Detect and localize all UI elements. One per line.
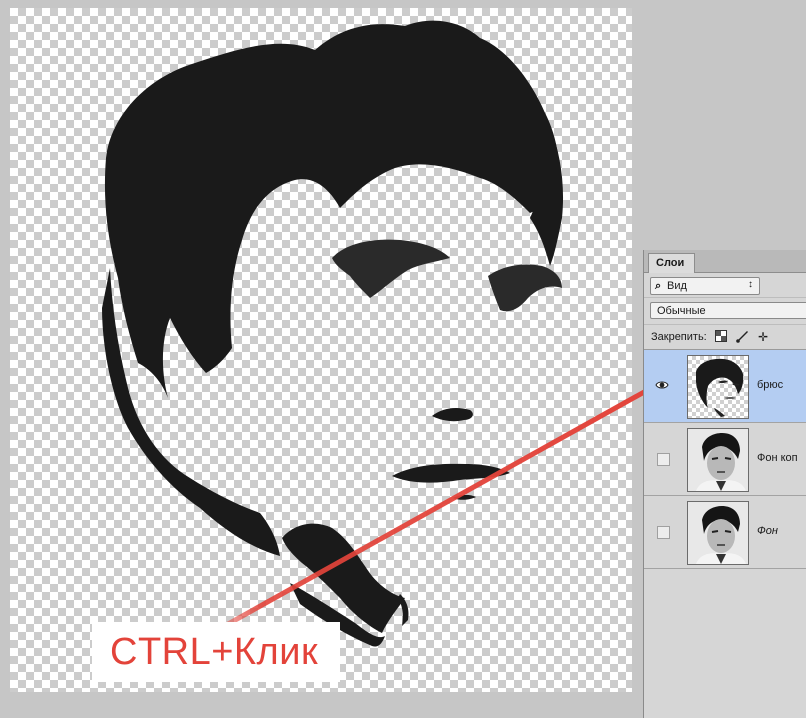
layer-thumbnail: [687, 428, 749, 492]
layer-kind-filter[interactable]: ⌕ Вид ↕: [650, 277, 760, 295]
visibility-toggle-off[interactable]: [657, 526, 670, 539]
layer-name[interactable]: Фон: [757, 525, 778, 537]
lock-row: Закрепить: ✛: [644, 324, 806, 349]
right-eye-shape: [488, 264, 562, 312]
lock-image-pixels-icon[interactable]: [735, 330, 749, 344]
search-icon: ⌕: [655, 280, 662, 292]
lock-transparent-pixels-icon[interactable]: [714, 330, 728, 344]
kind-filter-label: Вид: [667, 280, 687, 292]
layer-row-background-copy[interactable]: Фон коп: [644, 423, 806, 496]
left-eye-shape: [332, 239, 450, 298]
ctrl-click-caption: CTRL+Клик: [92, 622, 341, 682]
layers-panel: Слои ⌕ Вид ↕ Обычные Закрепить: ✛ брюс Ф…: [643, 250, 806, 718]
layer-row-bruce[interactable]: брюс: [644, 350, 806, 423]
layers-list: брюс Фон коп Фон: [644, 349, 806, 569]
tab-layers[interactable]: Слои: [648, 253, 696, 273]
blend-mode-select[interactable]: Обычные: [650, 302, 806, 319]
spinner-arrows-icon: ↕: [748, 279, 753, 290]
lower-lip-shape: [453, 494, 476, 500]
document-canvas[interactable]: [10, 8, 632, 692]
neck-line: [398, 594, 409, 626]
layer-thumbnail: [687, 501, 749, 565]
eye-icon[interactable]: [654, 379, 670, 393]
layer-thumbnail: [687, 355, 749, 419]
visibility-toggle-off[interactable]: [657, 453, 670, 466]
lock-position-icon[interactable]: ✛: [756, 330, 770, 344]
panel-tab-bar: Слои: [644, 250, 806, 273]
filter-row: ⌕ Вид ↕: [644, 273, 806, 297]
mouth-shape: [392, 463, 510, 483]
layer-name[interactable]: Фон коп: [757, 452, 798, 464]
nose-shape: [432, 408, 473, 422]
hair-shape: [104, 20, 562, 399]
lock-label: Закрепить:: [651, 331, 707, 343]
blend-row: Обычные: [644, 297, 806, 324]
layer-name[interactable]: брюс: [757, 379, 783, 391]
silhouette-artwork: [102, 20, 564, 647]
layer-row-background[interactable]: Фон: [644, 496, 806, 569]
